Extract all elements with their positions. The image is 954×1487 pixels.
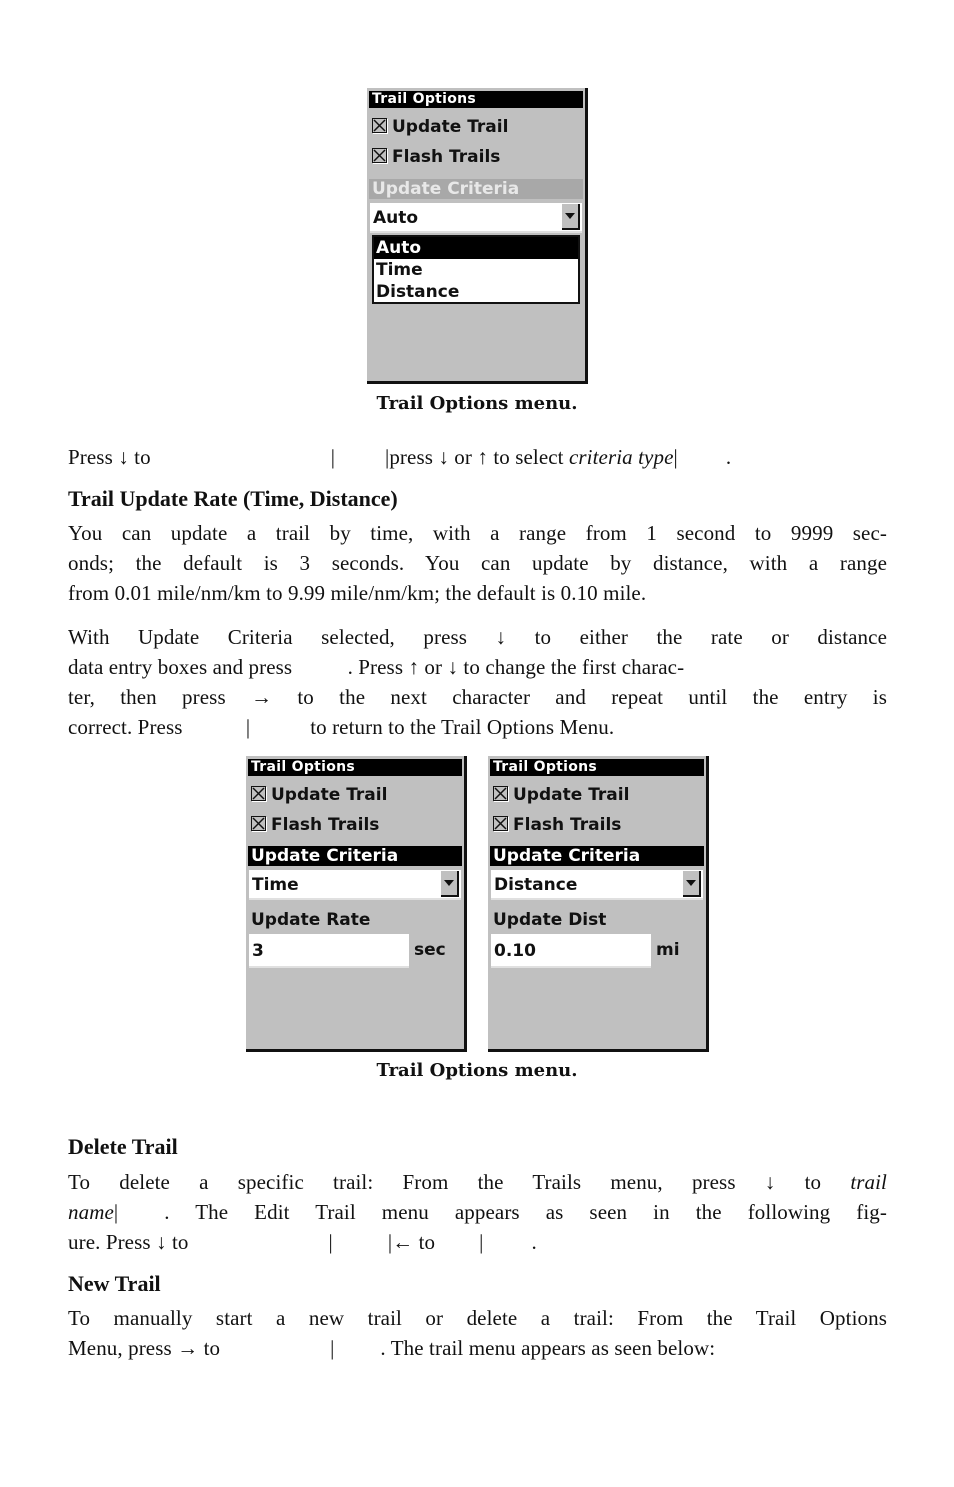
checkbox-label: Flash Trails bbox=[392, 147, 501, 167]
update-trail-checkbox-row[interactable]: Update Trail bbox=[372, 117, 508, 137]
down-arrow-icon: ↓ bbox=[495, 625, 507, 649]
delete-trail-paragraph: To delete a specific trail: From the Tra… bbox=[68, 1170, 887, 1254]
update-criteria-dropdown[interactable]: Auto bbox=[370, 203, 582, 233]
dropdown-value: Auto bbox=[373, 208, 419, 228]
screen-title: Trail Options bbox=[490, 759, 704, 776]
update-criteria-label[interactable]: Update Criteria bbox=[248, 846, 462, 866]
new-trail-paragraph: To manually start a new trail or delete … bbox=[68, 1306, 887, 1360]
chevron-down-icon[interactable] bbox=[441, 871, 459, 897]
dropdown-value: Time bbox=[252, 875, 299, 895]
down-arrow-icon: ↓ bbox=[764, 1170, 776, 1194]
checked-box-icon[interactable] bbox=[372, 118, 387, 133]
option-auto[interactable]: Auto bbox=[374, 237, 578, 259]
up-arrow-icon: ↑ bbox=[477, 445, 488, 469]
checkbox-label: Update Trail bbox=[392, 117, 509, 137]
trail-options-screen-time: Trail Options Update Trail Flash Trails … bbox=[246, 756, 467, 1052]
section-heading-new-trail: New Trail bbox=[68, 1271, 161, 1296]
update-criteria-dropdown[interactable]: Time bbox=[249, 870, 461, 900]
update-trail-checkbox-row[interactable]: Update Trail bbox=[251, 785, 387, 805]
flash-trails-checkbox-row[interactable]: Flash Trails bbox=[372, 147, 500, 167]
checked-box-icon[interactable] bbox=[493, 816, 508, 831]
section-heading-delete-trail: Delete Trail bbox=[68, 1134, 178, 1159]
update-criteria-dropdown[interactable]: Distance bbox=[491, 870, 703, 900]
checkbox-label: Flash Trails bbox=[513, 815, 622, 835]
checkbox-label: Update Trail bbox=[271, 785, 388, 805]
trail-options-screen-distance: Trail Options Update Trail Flash Trails … bbox=[488, 756, 709, 1052]
input-value: 3 bbox=[252, 941, 264, 961]
update-criteria-label[interactable]: Update Criteria bbox=[490, 846, 704, 866]
dropdown-value: Distance bbox=[494, 875, 578, 895]
criteria-options-list[interactable]: Auto Time Distance bbox=[372, 235, 580, 304]
figure-caption: Trail Options menu. bbox=[376, 393, 578, 414]
checked-box-icon[interactable] bbox=[251, 786, 266, 801]
checked-box-icon[interactable] bbox=[251, 816, 266, 831]
screen-title: Trail Options bbox=[369, 91, 583, 108]
update-rate-input[interactable]: 3 bbox=[249, 934, 409, 968]
down-arrow-icon: ↓ bbox=[438, 445, 449, 469]
unit-label: sec bbox=[414, 940, 446, 960]
down-arrow-icon: ↓ bbox=[156, 1230, 167, 1254]
chevron-down-icon[interactable] bbox=[683, 871, 701, 897]
left-arrow-icon: ← bbox=[392, 1230, 414, 1254]
option-distance[interactable]: Distance bbox=[374, 281, 578, 303]
instruction-criteria: Press ↓ to | |press ↓ or ↑ to select crite… bbox=[68, 445, 732, 469]
checked-box-icon[interactable] bbox=[493, 786, 508, 801]
update-trail-checkbox-row[interactable]: Update Trail bbox=[493, 785, 629, 805]
update-criteria-label: Update Criteria bbox=[369, 179, 583, 199]
section-heading-update-rate: Trail Update Rate (Time, Distance) bbox=[68, 486, 398, 511]
update-criteria-paragraph: With Update Criteria selected, press ↓ t… bbox=[68, 625, 887, 739]
trail-options-screen-auto: Trail Options Update Trail Flash Trails … bbox=[367, 88, 588, 384]
screen-title: Trail Options bbox=[248, 759, 462, 776]
unit-label: mi bbox=[656, 940, 680, 960]
right-arrow-icon: → bbox=[250, 685, 273, 709]
chevron-down-icon[interactable] bbox=[562, 204, 580, 230]
figure-caption: Trail Options menu. bbox=[376, 1060, 578, 1081]
down-arrow-icon: ↓ bbox=[447, 655, 459, 679]
flash-trails-checkbox-row[interactable]: Flash Trails bbox=[493, 815, 621, 835]
input-value: 0.10 bbox=[494, 941, 536, 961]
up-arrow-icon: ↑ bbox=[408, 655, 420, 679]
update-rate-paragraph: You can update a trail by time, with a r… bbox=[68, 521, 887, 605]
right-arrow-icon: → bbox=[177, 1336, 199, 1360]
checkbox-label: Update Trail bbox=[513, 785, 630, 805]
flash-trails-checkbox-row[interactable]: Flash Trails bbox=[251, 815, 379, 835]
update-dist-label: Update Dist bbox=[493, 910, 607, 930]
down-arrow-icon: ↓ bbox=[118, 445, 129, 469]
update-rate-label: Update Rate bbox=[251, 910, 371, 930]
option-time[interactable]: Time bbox=[374, 259, 578, 281]
update-dist-input[interactable]: 0.10 bbox=[491, 934, 651, 968]
checkbox-label: Flash Trails bbox=[271, 815, 380, 835]
checked-box-icon[interactable] bbox=[372, 148, 387, 163]
